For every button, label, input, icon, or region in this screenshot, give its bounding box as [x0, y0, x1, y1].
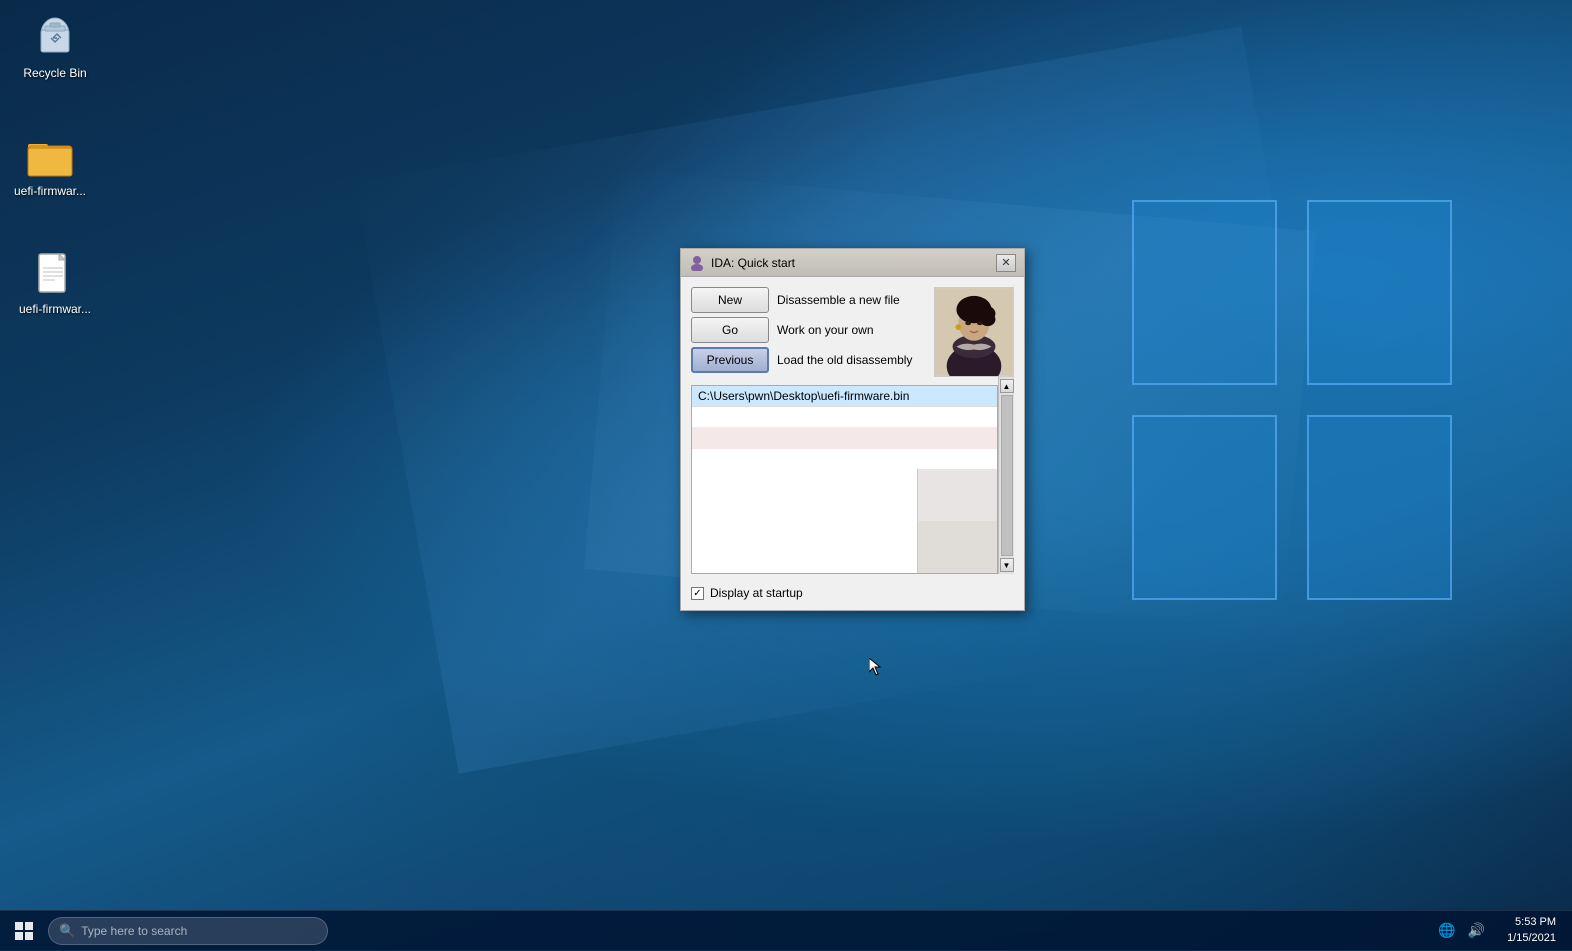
previous-button[interactable]: Previous	[691, 347, 769, 373]
search-placeholder: Type here to search	[81, 924, 187, 938]
dialog-top-row: New Disassemble a new file Go Work on yo…	[691, 287, 1014, 377]
taskbar-system-icons: 🌐 🔊	[1426, 918, 1497, 943]
list-item-2	[692, 407, 997, 427]
start-pane-tr	[25, 922, 33, 930]
go-button-description: Work on your own	[777, 323, 874, 337]
list-empty-area-2	[692, 521, 917, 573]
volume-icon[interactable]: 🔊	[1464, 918, 1489, 943]
dialog-body: New Disassemble a new file Go Work on yo…	[681, 277, 1024, 610]
taskbar-search[interactable]: 🔍 Type here to search	[48, 917, 328, 945]
previous-button-row: Previous Load the old disassembly	[691, 347, 934, 373]
list-empty-area	[692, 469, 917, 521]
taskbar-clock[interactable]: 5:53 PM 1/15/2021	[1499, 915, 1564, 946]
new-button-row: New Disassemble a new file	[691, 287, 934, 313]
start-pane-bl	[15, 932, 23, 940]
date-display: 1/15/2021	[1507, 931, 1556, 946]
file-icon	[31, 250, 79, 298]
list-item-4	[692, 449, 997, 469]
recent-files-list[interactable]: C:\Users\pwn\Desktop\uefi-firmware.bin	[691, 385, 998, 574]
recent-files-container: C:\Users\pwn\Desktop\uefi-firmware.bin ▲…	[691, 377, 1014, 574]
list-bottom-rows	[692, 469, 997, 521]
display-at-startup-checkbox[interactable]: ✓	[691, 587, 704, 600]
folder-icon	[26, 132, 74, 180]
time-display: 5:53 PM	[1507, 915, 1556, 930]
list-right-panel-2	[917, 521, 997, 573]
win-pane-bottomleft	[1132, 415, 1277, 600]
recycle-bin-icon	[31, 14, 79, 62]
list-bottom-rows-2	[692, 521, 997, 573]
start-pane-tl	[15, 922, 23, 930]
start-pane-br	[25, 932, 33, 940]
uefi-folder-label: uefi-firmwar...	[14, 184, 86, 198]
dialog-title-area: IDA: Quick start	[689, 255, 795, 271]
dialog-close-button[interactable]: ✕	[996, 254, 1016, 272]
ida-portrait	[934, 287, 1014, 377]
win-pane-topleft	[1132, 200, 1277, 385]
list-right-panel	[917, 469, 997, 521]
list-item-3	[692, 427, 997, 449]
search-icon: 🔍	[59, 923, 75, 939]
new-button[interactable]: New	[691, 287, 769, 313]
windows-logo-decoration	[1132, 200, 1452, 600]
ida-title-icon	[689, 255, 705, 271]
desktop-icon-uefi-folder[interactable]: uefi-firmwar...	[5, 128, 95, 202]
win-pane-bottomright	[1307, 415, 1452, 600]
taskbar: 🔍 Type here to search 🌐 🔊 5:53 PM 1/15/2…	[0, 910, 1572, 950]
taskbar-right: 🌐 🔊 5:53 PM 1/15/2021	[1426, 911, 1572, 951]
network-icon[interactable]: 🌐	[1434, 918, 1459, 943]
dialog-buttons-column: New Disassemble a new file Go Work on yo…	[691, 287, 934, 377]
previous-button-description: Load the old disassembly	[777, 353, 912, 367]
display-at-startup-label: Display at startup	[710, 586, 803, 600]
dialog-titlebar: IDA: Quick start ✕	[681, 249, 1024, 277]
go-button-row: Go Work on your own	[691, 317, 934, 343]
scroll-thumb[interactable]	[1001, 395, 1013, 556]
dialog-footer: ✓ Display at startup	[691, 582, 1014, 600]
uefi-file-label: uefi-firmwar...	[19, 302, 91, 316]
dialog-title-text: IDA: Quick start	[711, 256, 795, 270]
desktop-icon-uefi-file[interactable]: uefi-firmwar...	[10, 246, 100, 320]
scroll-up-arrow[interactable]: ▲	[1000, 379, 1014, 393]
new-button-description: Disassemble a new file	[777, 293, 900, 307]
go-button[interactable]: Go	[691, 317, 769, 343]
recent-file-selected[interactable]: C:\Users\pwn\Desktop\uefi-firmware.bin	[692, 386, 997, 407]
start-icon	[15, 922, 33, 940]
checkbox-checkmark: ✓	[693, 588, 701, 599]
win-pane-topright	[1307, 200, 1452, 385]
recycle-bin-label: Recycle Bin	[23, 66, 86, 80]
ida-dialog: IDA: Quick start ✕ New Disassemble a new…	[680, 248, 1025, 611]
scroll-down-arrow[interactable]: ▼	[1000, 558, 1014, 572]
list-scrollbar[interactable]: ▲ ▼	[998, 377, 1014, 574]
start-button[interactable]	[0, 911, 48, 951]
desktop-icon-recycle-bin[interactable]: Recycle Bin	[10, 10, 100, 84]
